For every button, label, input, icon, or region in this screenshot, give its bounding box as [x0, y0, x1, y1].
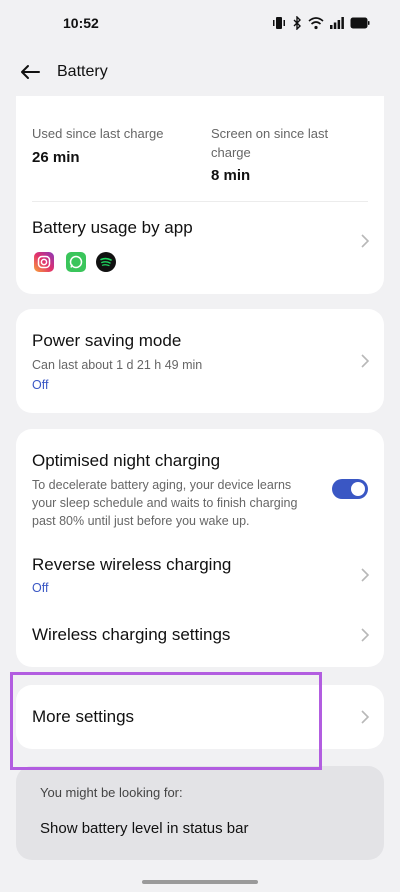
status-icons: [272, 16, 370, 30]
chevron-right-icon: [361, 710, 370, 724]
optimised-night-charging-item: Optimised night charging To decelerate b…: [16, 429, 384, 537]
reverse-wireless-charging-item[interactable]: Reverse wireless charging Off: [16, 537, 384, 601]
used-since-value: 26 min: [32, 149, 80, 166]
spotify-icon: [96, 252, 116, 272]
chevron-right-icon: [361, 354, 370, 368]
power-saving-mode-value: Off: [32, 378, 49, 392]
charging-options-card: Optimised night charging To decelerate b…: [16, 429, 384, 667]
back-arrow-icon[interactable]: [20, 60, 44, 84]
home-indicator: [142, 880, 258, 884]
screen-on-label-line1: Screen on since last: [211, 126, 329, 141]
optimised-night-charging-desc-line1: To decelerate battery aging, your device…: [32, 478, 292, 492]
power-saving-mode-title: Power saving mode: [32, 331, 182, 350]
more-settings-title: More settings: [32, 707, 135, 726]
battery-usage-by-app-title: Battery usage by app: [32, 218, 193, 237]
more-settings-item[interactable]: More settings: [16, 685, 384, 749]
chevron-right-icon: [361, 568, 370, 582]
chevron-right-icon: [361, 628, 370, 642]
suggestion-item-label: Show battery level in status bar: [40, 820, 249, 837]
battery-icon: [350, 17, 370, 29]
suggestions-card: You might be looking for: Show battery l…: [16, 766, 384, 860]
suggestion-link-show-battery-level[interactable]: Show battery level in status bar: [40, 820, 248, 837]
reverse-wireless-charging-value: Off: [32, 581, 49, 595]
suggestions-heading: You might be looking for:: [40, 785, 183, 800]
optimised-night-charging-toggle[interactable]: [332, 479, 368, 499]
wifi-icon: [308, 16, 324, 30]
wireless-charging-settings-title: Wireless charging settings: [32, 625, 231, 644]
bluetooth-icon: [292, 16, 302, 30]
wireless-charging-settings-item[interactable]: Wireless charging settings: [16, 601, 384, 667]
vibrate-icon: [272, 16, 286, 30]
reverse-wireless-charging-title: Reverse wireless charging: [32, 555, 232, 574]
battery-summary-card: Used since last charge 26 min Screen on …: [16, 96, 384, 294]
power-saving-mode-subtitle: Can last about 1 d 21 h 49 min: [32, 358, 203, 372]
power-saving-mode-item[interactable]: Power saving mode Can last about 1 d 21 …: [16, 309, 384, 413]
optimised-night-charging-desc-line2: your sleep schedule and waits to finish …: [32, 496, 298, 510]
screen-on-label-line2: charge: [211, 145, 251, 160]
status-time: 10:52: [63, 15, 99, 31]
optimised-night-charging-title: Optimised night charging: [32, 451, 221, 470]
used-since-label: Used since last charge: [32, 126, 164, 141]
instagram-icon: [34, 252, 54, 272]
status-bar: 10:52: [0, 0, 400, 46]
page-title: Battery: [57, 63, 108, 80]
optimised-night-charging-desc-line3: past 80% until just before you wake up.: [32, 514, 250, 528]
toggle-knob: [351, 482, 365, 496]
screen-on-value: 8 min: [211, 167, 251, 184]
app-bar: Battery: [0, 52, 400, 92]
chevron-right-icon: [361, 234, 370, 248]
battery-usage-by-app-item[interactable]: Battery usage by app: [16, 202, 384, 294]
signal-icon: [330, 17, 344, 29]
whatsapp-icon: [66, 252, 86, 272]
